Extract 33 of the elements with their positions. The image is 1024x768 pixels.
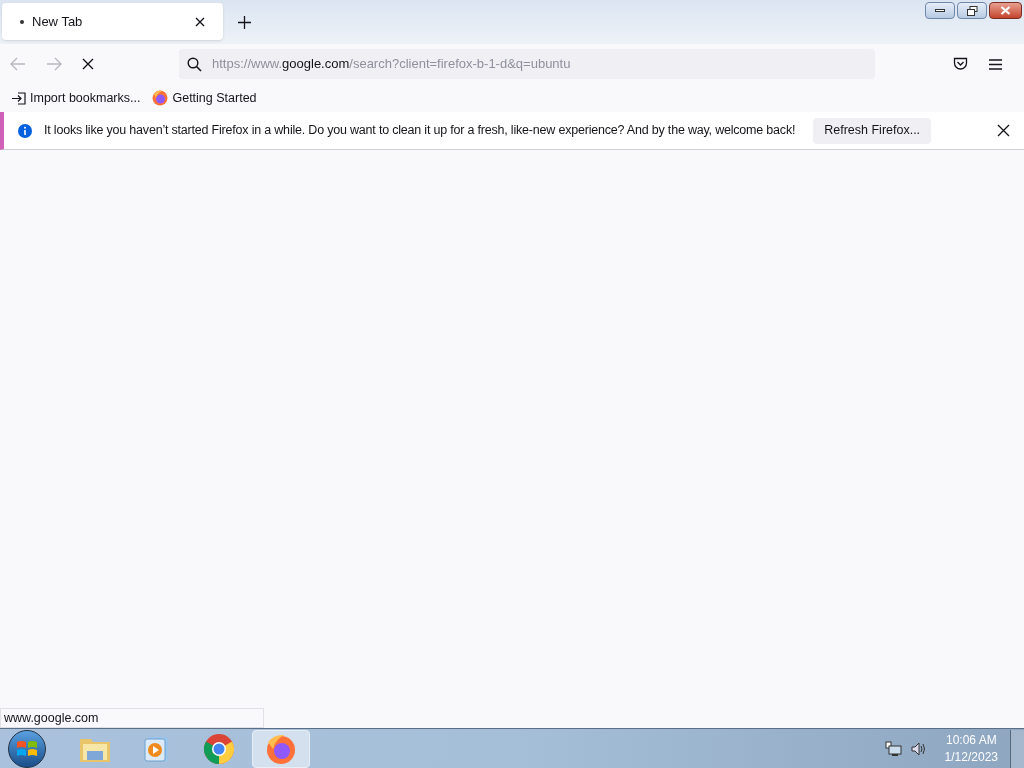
refresh-firefox-button[interactable]: Refresh Firefox... [813,117,932,144]
windows-logo-icon [16,738,38,759]
close-icon [1000,6,1011,15]
stop-icon[interactable] [82,58,94,70]
taskbar-app[interactable] [252,729,310,768]
chrome-icon [203,732,235,765]
close-icon[interactable] [997,124,1010,137]
close-window-button[interactable] [989,2,1022,19]
status-url: www.google.com [4,709,99,727]
notification-message: It looks like you haven’t started Firefox in a while. Do you want to clean it up for a fresh, like-new experience? And by the way, welcome back! [44,122,796,140]
tab-title: New Tab [32,12,84,31]
pocket-icon[interactable] [953,57,968,71]
restore-icon [966,5,978,16]
import-icon [12,91,26,105]
firefox-icon [152,90,169,106]
start-button[interactable] [8,729,46,768]
browser-tab[interactable]: New Tab [2,3,223,40]
address-bar[interactable]: https://www.google.com/search?client=firefox-b-1-d&q=ubuntu [179,49,875,79]
speaker-icon[interactable] [910,741,927,756]
restore-button[interactable] [957,2,987,19]
search-icon [187,56,202,72]
network-icon[interactable] [884,740,903,757]
show-desktop-button[interactable] [1010,729,1024,768]
close-icon[interactable] [195,16,205,27]
new-tab-icon[interactable] [238,16,251,29]
bookmark-item[interactable]: Import bookmarks... [12,88,141,108]
url-text: https://www.google.com/search?client=firefox-b-1-d&q=ubuntu [212,55,571,74]
media-player-icon [143,734,171,763]
firefox-icon [265,732,297,765]
info-icon [18,123,32,138]
menu-icon[interactable] [989,58,1002,70]
bookmark-item[interactable]: Getting Started [152,88,257,108]
minimize-button[interactable] [925,2,955,19]
